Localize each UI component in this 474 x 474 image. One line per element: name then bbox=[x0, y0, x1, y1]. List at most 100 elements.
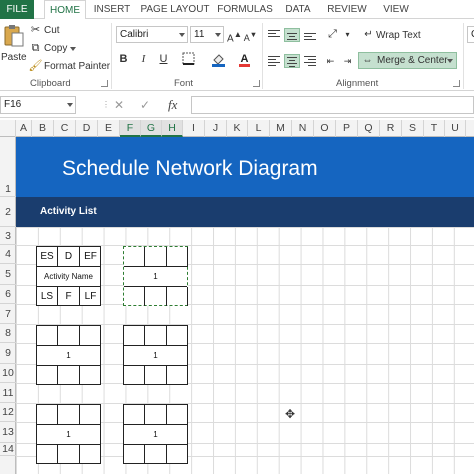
node-cell[interactable] bbox=[58, 445, 80, 464]
activity-node[interactable]: 1 bbox=[123, 325, 188, 385]
node-cell[interactable] bbox=[37, 445, 58, 464]
column-header-k[interactable]: K bbox=[227, 120, 248, 137]
column-header-c[interactable]: C bbox=[54, 120, 76, 137]
format-painter-button[interactable]: Format Painter bbox=[44, 61, 110, 72]
column-header-i[interactable]: I bbox=[183, 120, 205, 137]
font-launcher-icon[interactable] bbox=[253, 80, 260, 87]
column-header-p[interactable]: P bbox=[336, 120, 358, 137]
font-name-select[interactable]: Calibri bbox=[116, 26, 188, 43]
cut-icon[interactable]: ✂ bbox=[28, 23, 43, 38]
column-header-t[interactable]: T bbox=[424, 120, 445, 137]
node-cell[interactable] bbox=[37, 326, 58, 346]
bold-button[interactable]: B bbox=[116, 52, 131, 67]
node-cell[interactable] bbox=[124, 405, 145, 425]
column-header-o[interactable]: O bbox=[314, 120, 336, 137]
column-header-f[interactable]: F bbox=[120, 120, 141, 137]
activity-node[interactable]: 1 bbox=[123, 246, 188, 306]
column-header-d[interactable]: D bbox=[76, 120, 98, 137]
node-cell[interactable] bbox=[58, 326, 80, 346]
column-header-n[interactable]: N bbox=[292, 120, 314, 137]
activity-node[interactable]: 1 bbox=[123, 404, 188, 464]
column-header-b[interactable]: B bbox=[32, 120, 54, 137]
row-header-10[interactable]: 10 bbox=[0, 364, 16, 383]
column-header-l[interactable]: L bbox=[248, 120, 270, 137]
select-all-corner[interactable] bbox=[0, 120, 16, 137]
wrap-text-button[interactable]: Wrap Text bbox=[376, 30, 421, 41]
formula-input[interactable] bbox=[191, 96, 474, 114]
align-center-icon[interactable] bbox=[284, 54, 300, 68]
node-cell[interactable] bbox=[145, 445, 167, 464]
increase-indent-icon[interactable]: ⇥ bbox=[340, 54, 355, 69]
borders-icon[interactable] bbox=[181, 52, 196, 67]
node-cell[interactable] bbox=[145, 405, 167, 425]
enter-icon[interactable]: ✓ bbox=[140, 98, 150, 112]
column-header-s[interactable]: S bbox=[402, 120, 424, 137]
row-header-13[interactable]: 13 bbox=[0, 422, 16, 443]
shrink-font-icon[interactable]: A▼ bbox=[243, 27, 258, 43]
tab-data[interactable]: DATA bbox=[280, 0, 316, 19]
row-header-5[interactable]: 5 bbox=[0, 264, 16, 285]
node-cell[interactable] bbox=[167, 247, 188, 267]
node-cell[interactable] bbox=[124, 366, 145, 385]
tab-formulas[interactable]: FORMULAS bbox=[216, 0, 274, 19]
node-cell[interactable] bbox=[58, 405, 80, 425]
column-header-e[interactable]: E bbox=[98, 120, 120, 137]
italic-button[interactable]: I bbox=[136, 52, 151, 67]
node-cell[interactable] bbox=[80, 326, 101, 346]
node-cell[interactable] bbox=[80, 366, 101, 385]
row-header-11[interactable]: 11 bbox=[0, 383, 16, 403]
node-cell[interactable] bbox=[145, 366, 167, 385]
column-header-q[interactable]: Q bbox=[358, 120, 380, 137]
node-cell[interactable] bbox=[145, 326, 167, 346]
node-cell[interactable] bbox=[80, 445, 101, 464]
align-right-icon[interactable] bbox=[302, 54, 318, 68]
node-cell[interactable] bbox=[124, 326, 145, 346]
node-cell[interactable] bbox=[145, 247, 167, 267]
cancel-icon[interactable]: ✕ bbox=[114, 98, 124, 112]
copy-icon[interactable]: ⧉ bbox=[28, 41, 43, 56]
column-header-h[interactable]: H bbox=[162, 120, 183, 137]
row-header-9[interactable]: 9 bbox=[0, 343, 16, 364]
name-box[interactable]: F16 bbox=[0, 96, 76, 114]
clipboard-launcher-icon[interactable] bbox=[101, 80, 108, 87]
column-header-j[interactable]: J bbox=[205, 120, 227, 137]
tab-home[interactable]: HOME bbox=[44, 0, 86, 20]
node-cell[interactable] bbox=[124, 287, 145, 306]
activity-node[interactable]: 1 bbox=[36, 325, 101, 385]
align-left-icon[interactable] bbox=[266, 54, 282, 68]
align-middle-icon[interactable] bbox=[284, 28, 300, 42]
wrap-text-icon[interactable]: ↵ bbox=[361, 27, 376, 42]
node-cell[interactable] bbox=[167, 445, 188, 464]
font-size-select[interactable]: 11 bbox=[190, 26, 224, 43]
cut-button[interactable]: Cut bbox=[44, 25, 60, 36]
insert-function-icon[interactable]: fx bbox=[168, 97, 177, 113]
tab-view[interactable]: VIEW bbox=[378, 0, 414, 19]
number-format-select[interactable]: Ge bbox=[467, 26, 474, 43]
node-cell[interactable] bbox=[167, 326, 188, 346]
paste-button[interactable]: Paste bbox=[1, 52, 27, 63]
column-header-u[interactable]: U bbox=[445, 120, 466, 137]
node-cell[interactable] bbox=[58, 366, 80, 385]
column-header-a[interactable]: A bbox=[16, 120, 32, 137]
align-bottom-icon[interactable] bbox=[302, 28, 318, 42]
node-cell[interactable] bbox=[167, 366, 188, 385]
tab-page-layout[interactable]: PAGE LAYOUT bbox=[140, 0, 210, 19]
column-header-g[interactable]: G bbox=[141, 120, 162, 137]
tab-insert[interactable]: INSERT bbox=[90, 0, 134, 19]
node-cell[interactable] bbox=[80, 405, 101, 425]
row-header-12[interactable]: 12 bbox=[0, 403, 16, 422]
node-cell[interactable] bbox=[167, 287, 188, 306]
row-header-14[interactable]: 14 bbox=[0, 443, 16, 456]
row-header-8[interactable]: 8 bbox=[0, 324, 16, 343]
tab-file[interactable]: FILE bbox=[0, 0, 34, 19]
column-header-r[interactable]: R bbox=[380, 120, 402, 137]
paste-icon[interactable] bbox=[3, 24, 25, 47]
row-header-3[interactable]: 3 bbox=[0, 227, 16, 245]
row-header-6[interactable]: 6 bbox=[0, 285, 16, 304]
alignment-launcher-icon[interactable] bbox=[453, 80, 460, 87]
node-cell[interactable] bbox=[145, 287, 167, 306]
activity-node[interactable]: 1 bbox=[36, 404, 101, 464]
format-painter-icon[interactable]: 🖌 bbox=[28, 59, 43, 74]
orientation-icon[interactable]: ⤢ bbox=[325, 27, 340, 42]
row-header-7[interactable]: 7 bbox=[0, 304, 16, 324]
